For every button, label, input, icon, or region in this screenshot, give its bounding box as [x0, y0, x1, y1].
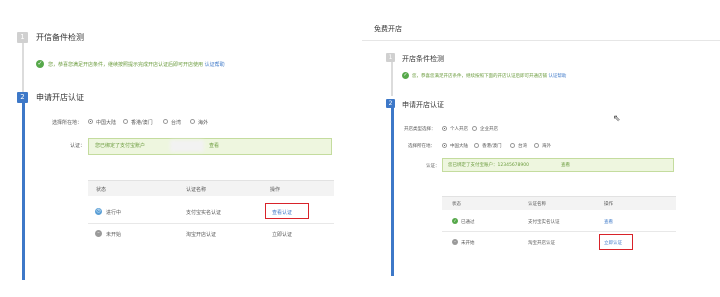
check-circle-icon: ✓ — [402, 72, 409, 79]
location-option-taiwan: 台湾 — [171, 120, 182, 126]
notice-text: 您，恭喜您满足开店条件，继续按照提示完成开店认证后即可开店使用 认证帮助 — [48, 61, 225, 68]
cert-table: 状态 认证名称 操作 ✓ 已通过 支付宝实名认证 查看 – 未开始 淘宝开店认证… — [442, 196, 676, 256]
page-header: 免费开店 — [374, 25, 402, 33]
location-label: 选择所在地： — [408, 144, 435, 149]
location-radio-mainland[interactable] — [88, 119, 93, 124]
cert-info-text: 您已绑定了支付宝账户：12345678900 — [448, 163, 529, 168]
cert-label: 认证： — [426, 164, 440, 169]
step-1-title: 开店条件检测 — [402, 55, 444, 63]
row1-status: 已通过 — [461, 220, 475, 225]
row2-name: 淘宝开店认证 — [528, 241, 555, 246]
row2-status: 未开始 — [461, 241, 475, 246]
cert-info-box: 您已绑定了支付宝账户：12345678900 查看 — [442, 158, 674, 172]
right-screenshot-panel: 免费开店 1 开店条件检测 ✓ 您，恭喜您满足开店条件，继续按照下面的开店认证后… — [362, 0, 720, 297]
step-2-title: 申请开店认证 — [36, 93, 84, 102]
location-radio-mainland[interactable] — [442, 143, 447, 148]
redacted-account — [170, 140, 204, 152]
location-radio-hkmo[interactable] — [123, 119, 128, 124]
row2-name: 淘宝开店认证 — [186, 232, 217, 238]
location-option-overseas: 海外 — [542, 144, 551, 149]
row1-name: 支付宝实名认证 — [528, 220, 560, 225]
location-radio-taiwan[interactable] — [163, 119, 168, 124]
notice-text: 您，恭喜您满足开店条件，继续按照下面的开店认证后即可开通店铺 认证帮助 — [412, 73, 566, 79]
location-radio-taiwan[interactable] — [510, 143, 515, 148]
progress-rail-gray — [22, 34, 24, 96]
location-option-hkmo: 香港/澳门 — [131, 120, 153, 126]
mouse-cursor-icon: ⇖ — [613, 114, 621, 124]
row2-action-link[interactable]: 立即认证 — [272, 231, 292, 238]
clock-icon: ◷ — [95, 208, 102, 215]
type-radio-enterprise[interactable] — [472, 126, 477, 131]
location-radio-overseas[interactable] — [534, 143, 539, 148]
header-name: 认证名称 — [186, 187, 207, 193]
notice-message: 您，恭喜您满足开店条件，继续按照下面的开店认证后即可开通店铺 — [412, 74, 547, 79]
step-1-title: 开信备件检测 — [36, 33, 84, 42]
cert-info-text: 您已绑定了支付宝账户 — [95, 143, 146, 149]
cert-label: 认证： — [70, 143, 86, 149]
location-radio-overseas[interactable] — [190, 119, 195, 124]
location-radio-hkmo[interactable] — [474, 143, 479, 148]
header-action: 操作 — [270, 187, 281, 193]
location-option-taiwan: 台湾 — [518, 144, 527, 149]
header-divider — [362, 40, 720, 41]
type-radio-personal[interactable] — [442, 126, 447, 131]
row-divider — [88, 223, 334, 224]
table-header — [442, 197, 676, 210]
row2-action-link[interactable]: 立即认证 — [604, 240, 622, 246]
step-2-title: 申请开店认证 — [402, 101, 444, 109]
row1-action-link[interactable]: 查看 — [604, 219, 613, 225]
step-2-marker: 2 — [386, 99, 395, 108]
step-1-marker: 1 — [17, 32, 28, 43]
type-option-enterprise: 企业开店 — [480, 127, 498, 132]
row1-action-link[interactable]: 查看认证 — [272, 209, 292, 216]
location-option-hkmo: 香港/澳门 — [482, 144, 502, 149]
help-link[interactable]: 认证帮助 — [548, 74, 566, 79]
header-action: 操作 — [604, 202, 613, 207]
type-option-personal: 个人开店 — [450, 127, 468, 132]
check-icon: ✓ — [452, 218, 458, 224]
left-screenshot-panel: 1 开信备件检测 ✓ 您，恭喜您满足开店条件，继续按照提示完成开店认证后即可开店… — [0, 0, 352, 297]
location-option-overseas: 海外 — [198, 120, 209, 126]
location-option-mainland: 中国大陆 — [450, 144, 468, 149]
minus-icon: – — [452, 239, 458, 245]
cert-table: 状态 认证名称 操作 ◷ 进行中 支付宝实名认证 查看认证 – 未开始 淘宝开店… — [88, 180, 334, 245]
check-circle-icon: ✓ — [36, 60, 44, 68]
row1-name: 支付宝实名认证 — [186, 210, 222, 216]
header-status: 状态 — [96, 187, 107, 193]
progress-rail-gray — [391, 62, 393, 96]
row-divider — [442, 231, 676, 232]
table-header — [88, 181, 334, 196]
cert-info-box: 您已绑定了支付宝账户 查看 — [88, 138, 332, 155]
row2-status: 未开始 — [106, 232, 122, 238]
header-status: 状态 — [452, 202, 461, 207]
type-label: 开店类型选择： — [404, 127, 436, 132]
location-option-mainland: 中国大陆 — [96, 120, 117, 126]
progress-rail-active — [391, 108, 394, 276]
header-name: 认证名称 — [528, 202, 546, 207]
help-link[interactable]: 认证帮助 — [205, 62, 225, 68]
location-label: 选择所在地： — [52, 120, 83, 126]
step-1-marker: 1 — [386, 53, 395, 62]
cert-view-link[interactable]: 查看 — [209, 142, 219, 149]
step-2-marker: 2 — [17, 92, 28, 103]
progress-rail-active — [22, 102, 25, 280]
cert-view-link[interactable]: 查看 — [561, 162, 570, 168]
row1-status: 进行中 — [106, 210, 122, 216]
notice-message: 您，恭喜您满足开店条件，继续按照提示完成开店认证后即可开店使用 — [48, 62, 204, 68]
minus-icon: – — [95, 230, 102, 237]
